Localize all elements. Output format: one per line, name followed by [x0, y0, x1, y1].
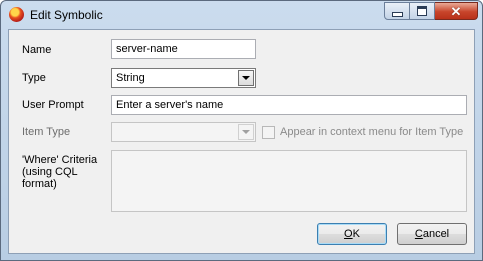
- title-bar[interactable]: Edit Symbolic ✕: [1, 1, 482, 29]
- context-menu-checkbox-label: Appear in context menu for Item Type: [280, 126, 464, 138]
- close-icon: ✕: [450, 3, 462, 19]
- where-criteria-label-line-1: 'Where' Criteria: [22, 154, 98, 166]
- user-prompt-label: User Prompt: [22, 99, 84, 111]
- type-label: Type: [22, 72, 46, 84]
- cancel-label: ancel: [422, 228, 450, 240]
- minimize-button[interactable]: [384, 2, 410, 20]
- maximize-button[interactable]: [410, 2, 435, 20]
- item-type-label: Item Type: [22, 126, 71, 138]
- cancel-mnemonic: C: [414, 228, 423, 240]
- item-type-select[interactable]: [111, 122, 256, 142]
- edit-symbolic-window: Edit Symbolic ✕ Name server-name Type St…: [0, 0, 483, 261]
- item-type-dropdown-button[interactable]: [238, 124, 254, 140]
- chevron-down-icon: [242, 130, 250, 134]
- where-criteria-label-line-3: format): [22, 178, 57, 190]
- where-criteria-textarea[interactable]: [111, 150, 467, 212]
- maximize-icon: [417, 6, 427, 16]
- chevron-down-icon: [242, 76, 250, 80]
- caption-buttons: ✕: [384, 2, 478, 20]
- type-dropdown-button[interactable]: [238, 70, 254, 86]
- type-selected-value: String: [116, 72, 145, 84]
- ok-mnemonic: O: [344, 228, 353, 240]
- app-logo-icon: [9, 7, 24, 22]
- where-criteria-label-line-2: (using CQL: [22, 166, 78, 178]
- name-label: Name: [22, 44, 52, 56]
- dialog-body: Name server-name Type String User Prompt…: [8, 29, 475, 254]
- close-button[interactable]: ✕: [435, 2, 478, 20]
- context-menu-checkbox[interactable]: [262, 126, 275, 139]
- name-input[interactable]: server-name: [111, 39, 256, 59]
- ok-button[interactable]: OK: [317, 223, 387, 245]
- where-criteria-label: 'Where' Criteria (using CQL format): [22, 154, 97, 190]
- minimize-icon: [391, 12, 403, 17]
- type-select[interactable]: String: [111, 68, 256, 88]
- cancel-button[interactable]: Cancel: [397, 223, 467, 245]
- window-title: Edit Symbolic: [30, 8, 103, 22]
- ok-label: K: [352, 228, 360, 240]
- user-prompt-input[interactable]: Enter a server's name: [111, 95, 467, 115]
